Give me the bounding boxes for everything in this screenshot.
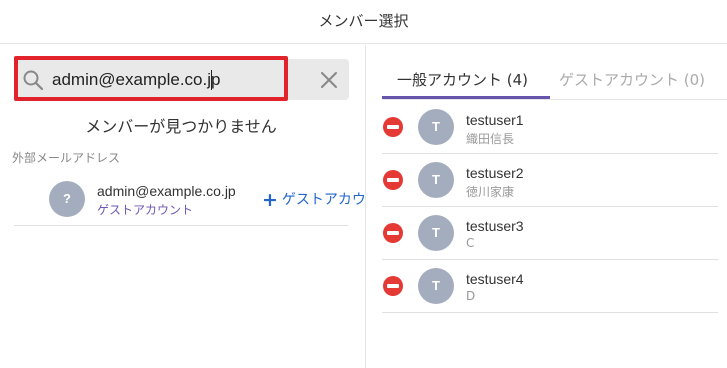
remove-member-button[interactable] (383, 276, 403, 296)
text-cursor (211, 70, 212, 90)
avatar: T (418, 162, 454, 198)
remove-member-button[interactable] (383, 117, 403, 137)
external-email-address: admin@example.co.jp (97, 183, 236, 199)
avatar: T (418, 109, 454, 145)
add-guest-account-label: ゲストアカウ (281, 192, 365, 208)
search-icon (23, 70, 44, 91)
remove-member-button[interactable] (383, 170, 403, 190)
add-guest-account-button[interactable]: + ゲストアカウ (262, 189, 365, 211)
member-row: T testuser1 織田信長 (382, 101, 718, 154)
member-display-name: D (466, 289, 476, 303)
member-username: testuser4 (466, 271, 524, 287)
external-account-type: ゲストアカウント (97, 203, 194, 217)
close-icon[interactable] (318, 69, 340, 91)
tab-general-accounts[interactable]: 一般アカウント (4) (397, 69, 528, 90)
avatar: T (418, 215, 454, 251)
search-input[interactable] (52, 67, 272, 93)
member-display-name: 徳川家康 (466, 185, 515, 199)
plus-icon: + (262, 189, 278, 211)
member-username: testuser3 (466, 218, 524, 234)
tab-guest-accounts[interactable]: ゲストアカウント (0) (559, 69, 705, 90)
member-row: T testuser3 C (382, 207, 718, 260)
member-display-name: C (466, 236, 475, 250)
remove-member-button[interactable] (383, 223, 403, 243)
member-row: T testuser4 D (382, 260, 718, 313)
avatar: T (418, 268, 454, 304)
member-row: T testuser2 徳川家康 (382, 154, 718, 207)
dialog-title: メンバー選択 (0, 0, 727, 44)
member-display-name: 織田信長 (466, 132, 515, 146)
no-results-message: メンバーが見つかりません (85, 117, 277, 136)
member-username: testuser1 (466, 112, 524, 128)
external-email-section-label: 外部メールアドレス (12, 151, 121, 165)
panel-divider (365, 45, 366, 368)
tabs-divider (382, 99, 727, 100)
avatar: ? (49, 181, 85, 217)
member-username: testuser2 (466, 165, 524, 181)
